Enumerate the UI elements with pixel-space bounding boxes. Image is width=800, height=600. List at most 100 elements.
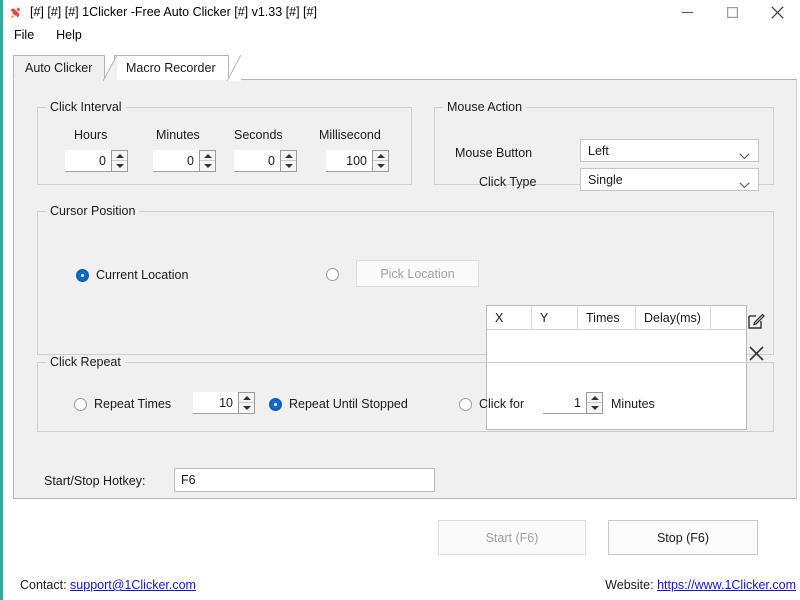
- click-for-decrement-button[interactable]: [587, 403, 602, 413]
- website-info: Website: https://www.1Clicker.com: [605, 578, 796, 592]
- minutes-label: Minutes: [156, 128, 200, 142]
- seconds-spin-buttons[interactable]: [280, 150, 297, 172]
- tab-slant: [227, 55, 241, 81]
- table-header-row: X Y Times Delay(ms): [487, 306, 746, 330]
- radio-pick-location[interactable]: [326, 268, 346, 281]
- close-icon[interactable]: [755, 0, 800, 24]
- millisecond-increment-button[interactable]: [373, 151, 388, 161]
- click-for-increment-button[interactable]: [587, 393, 602, 403]
- hotkey-value: F6: [181, 473, 196, 487]
- hours-increment-button[interactable]: [112, 151, 127, 161]
- radio-indicator: [326, 268, 339, 281]
- table-header-delay[interactable]: Delay(ms): [636, 306, 711, 330]
- radio-click-for[interactable]: Click for: [459, 397, 524, 411]
- minutes-spin-buttons[interactable]: [199, 150, 216, 172]
- radio-click-for-label: Click for: [479, 397, 524, 411]
- millisecond-decrement-button[interactable]: [373, 161, 388, 171]
- edit-icon[interactable]: [746, 310, 766, 330]
- radio-indicator: [459, 398, 472, 411]
- seconds-stepper[interactable]: 0: [234, 150, 297, 172]
- menu-item-help[interactable]: Help: [54, 26, 92, 44]
- radio-current-location-label: Current Location: [96, 268, 188, 282]
- radio-current-location[interactable]: Current Location: [76, 268, 188, 282]
- tab-slant: [103, 55, 117, 81]
- minutes-value[interactable]: 0: [153, 150, 199, 172]
- click-interval-group: Click Interval Hours 0 Minutes 0 Seconds: [37, 107, 412, 185]
- auto-clicker-panel: Click Interval Hours 0 Minutes 0 Seconds: [13, 79, 797, 499]
- radio-repeat-times[interactable]: Repeat Times: [74, 397, 171, 411]
- hotkey-input[interactable]: F6: [174, 468, 435, 492]
- repeat-times-increment-button[interactable]: [239, 393, 254, 403]
- repeat-times-decrement-button[interactable]: [239, 403, 254, 413]
- maximize-icon[interactable]: [710, 0, 755, 24]
- radio-repeat-until-stopped-label: Repeat Until Stopped: [289, 397, 408, 411]
- contact-info: Contact: support@1Clicker.com: [20, 578, 196, 592]
- minutes-decrement-button[interactable]: [200, 161, 215, 171]
- tab-auto-clicker-label: Auto Clicker: [25, 61, 92, 75]
- radio-indicator: [76, 269, 89, 282]
- repeat-times-value[interactable]: 10: [193, 392, 238, 414]
- millisecond-value[interactable]: 100: [326, 150, 372, 172]
- mouse-button-select[interactable]: Left: [580, 139, 759, 162]
- mouse-action-group: Mouse Action Mouse Button Left Click Typ…: [434, 107, 774, 185]
- window-controls: [665, 0, 800, 24]
- cursor-position-title: Cursor Position: [46, 204, 139, 218]
- start-button[interactable]: Start (F6): [438, 520, 586, 555]
- click-repeat-group: Click Repeat Repeat Times 10 Repeat Unti…: [37, 362, 774, 432]
- repeat-times-spin-buttons[interactable]: [238, 392, 255, 414]
- seconds-increment-button[interactable]: [281, 151, 296, 161]
- hotkey-label: Start/Stop Hotkey:: [44, 474, 145, 488]
- pick-location-button[interactable]: Pick Location: [356, 260, 479, 287]
- stop-button[interactable]: Stop (F6): [608, 520, 758, 555]
- click-for-spin-buttons[interactable]: [586, 392, 603, 414]
- arrow-down-icon: [377, 164, 385, 168]
- radio-repeat-until-stopped[interactable]: Repeat Until Stopped: [269, 397, 408, 411]
- tab-macro-recorder[interactable]: Macro Recorder: [114, 55, 229, 80]
- app-window: [#] [#] [#] 1Clicker -Free Auto Clicker …: [0, 0, 800, 600]
- millisecond-label: Millisecond: [319, 128, 381, 142]
- minimize-icon[interactable]: [665, 0, 710, 24]
- click-type-value: Single: [588, 173, 623, 187]
- tab-auto-clicker[interactable]: Auto Clicker: [13, 55, 105, 80]
- tab-strip: Auto Clicker Macro Recorder: [13, 55, 796, 80]
- tab-macro-recorder-label: Macro Recorder: [126, 61, 216, 75]
- click-type-label: Click Type: [479, 175, 536, 189]
- millisecond-stepper[interactable]: 100: [326, 150, 389, 172]
- contact-label: Contact:: [20, 578, 67, 592]
- hours-decrement-button[interactable]: [112, 161, 127, 171]
- click-for-value[interactable]: 1: [543, 392, 586, 414]
- table-header-spacer: [711, 306, 746, 330]
- delete-icon[interactable]: [746, 343, 766, 363]
- mouse-action-title: Mouse Action: [443, 100, 526, 114]
- minutes-stepper[interactable]: 0: [153, 150, 216, 172]
- hours-stepper[interactable]: 0: [65, 150, 128, 172]
- seconds-value[interactable]: 0: [234, 150, 280, 172]
- table-header-times[interactable]: Times: [578, 306, 636, 330]
- arrow-up-icon: [204, 154, 212, 158]
- click-for-unit-label: Minutes: [611, 397, 655, 411]
- arrow-up-icon: [116, 154, 124, 158]
- minutes-increment-button[interactable]: [200, 151, 215, 161]
- contact-email-link[interactable]: support@1Clicker.com: [70, 578, 196, 592]
- menu-item-file[interactable]: File: [12, 26, 44, 44]
- table-header-x[interactable]: X: [487, 306, 532, 330]
- repeat-times-stepper[interactable]: 10: [193, 392, 255, 414]
- table-header-y[interactable]: Y: [532, 306, 578, 330]
- cursor-position-group: Cursor Position Current Location Pick Lo…: [37, 211, 774, 355]
- pick-location-label: Pick Location: [380, 267, 454, 281]
- hours-label: Hours: [74, 128, 107, 142]
- arrow-down-icon: [285, 164, 293, 168]
- footer: Contact: support@1Clicker.com Website: h…: [3, 574, 800, 600]
- click-type-select[interactable]: Single: [580, 168, 759, 191]
- millisecond-spin-buttons[interactable]: [372, 150, 389, 172]
- hours-spin-buttons[interactable]: [111, 150, 128, 172]
- radio-indicator: [269, 398, 282, 411]
- website-link[interactable]: https://www.1Clicker.com: [657, 578, 796, 592]
- arrow-up-icon: [243, 396, 251, 400]
- seconds-decrement-button[interactable]: [281, 161, 296, 171]
- window-title: [#] [#] [#] 1Clicker -Free Auto Clicker …: [30, 5, 317, 19]
- hours-value[interactable]: 0: [65, 150, 111, 172]
- mouse-button-label: Mouse Button: [455, 146, 532, 160]
- title-bar: [#] [#] [#] 1Clicker -Free Auto Clicker …: [3, 0, 800, 24]
- click-for-stepper[interactable]: 1: [543, 392, 603, 414]
